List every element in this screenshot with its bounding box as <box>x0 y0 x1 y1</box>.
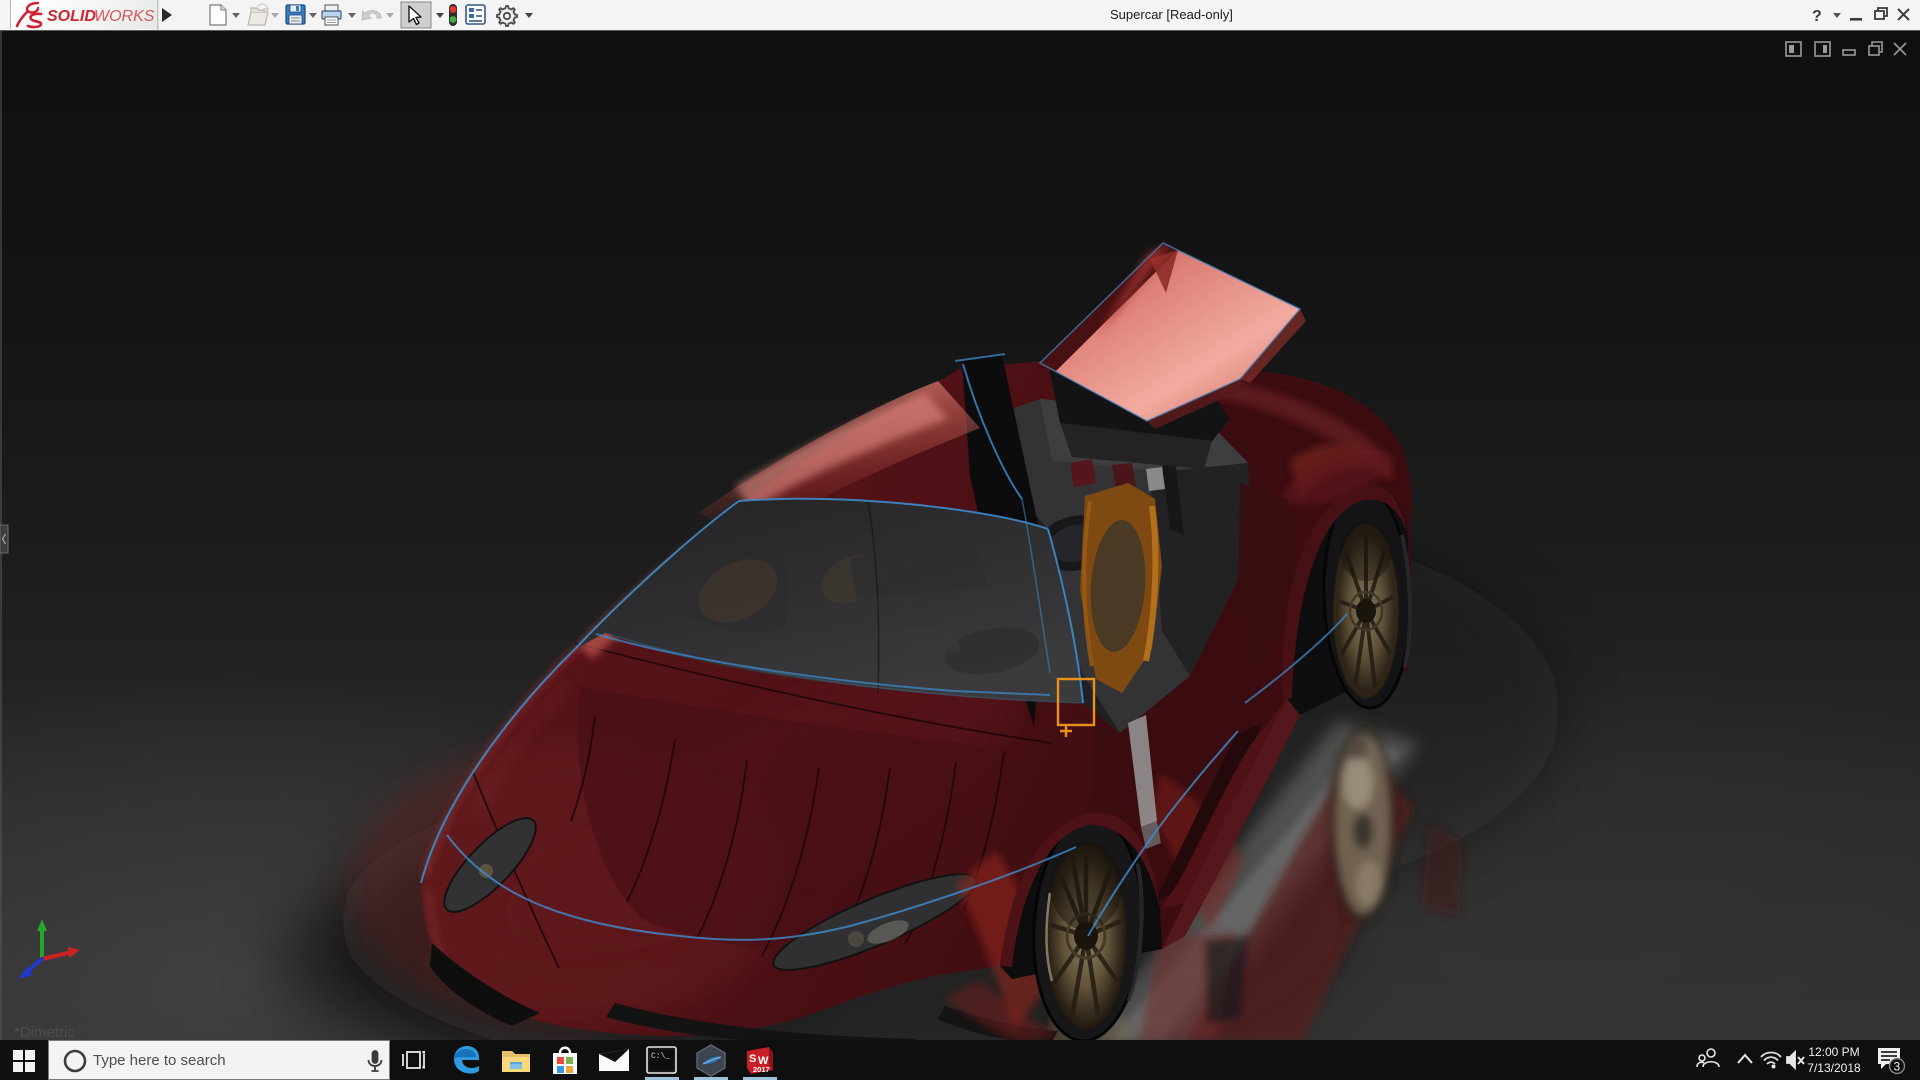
svg-text:?: ? <box>1812 8 1822 25</box>
svg-text:3: 3 <box>1894 1060 1901 1074</box>
svg-text:S: S <box>749 1053 756 1065</box>
svg-text:C:\_: C:\_ <box>651 1052 670 1061</box>
svg-text:2017: 2017 <box>753 1065 770 1074</box>
svg-text:*Dimetric: *Dimetric <box>14 1024 75 1041</box>
